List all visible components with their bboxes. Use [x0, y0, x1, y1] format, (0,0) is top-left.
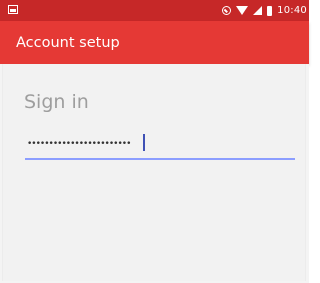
status-icons: 10:40 [222, 3, 307, 18]
password-input[interactable]: •••••••••••••••••••••••• [25, 134, 295, 160]
battery-icon [267, 5, 273, 16]
action-bar-title: Account setup [16, 35, 120, 51]
page-heading: Sign in [24, 91, 89, 113]
wifi-icon [236, 6, 249, 15]
notification-icon [8, 5, 18, 14]
password-value: •••••••••••••••••••••••• [27, 139, 131, 149]
signal-icon [253, 6, 263, 15]
do-not-disturb-icon [222, 6, 232, 15]
action-bar: Account setup [0, 21, 309, 64]
screen: 10:40 Account setup Sign in ••••••••••••… [0, 0, 309, 283]
clock: 10:40 [277, 5, 307, 16]
status-bar: 10:40 [0, 0, 309, 21]
text-cursor [143, 134, 145, 151]
